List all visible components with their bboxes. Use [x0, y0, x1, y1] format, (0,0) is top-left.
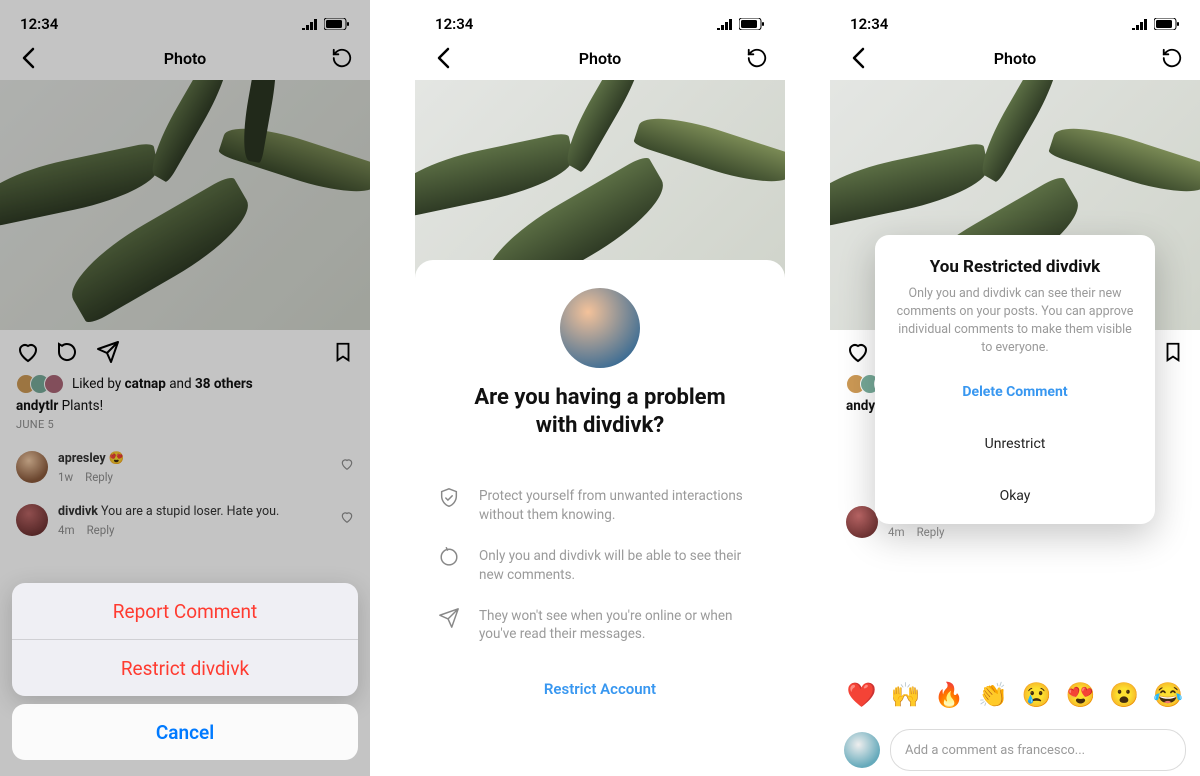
comment-icon — [435, 547, 463, 569]
emoji-option[interactable]: 🔥 — [934, 681, 964, 709]
nav-title: Photo — [830, 49, 1200, 68]
feature-row: Only you and divdivk will be able to see… — [425, 547, 775, 585]
phone-3: 12:34 Photo — [830, 0, 1200, 776]
comment-age: 4m — [888, 525, 905, 539]
like-icon[interactable] — [846, 340, 870, 364]
battery-icon — [739, 18, 765, 30]
bookmark-icon[interactable] — [1162, 340, 1184, 364]
status-time: 12:34 — [850, 15, 888, 33]
feature-row: Protect yourself from unwanted interacti… — [425, 487, 775, 525]
battery-icon — [1154, 18, 1180, 30]
emoji-option[interactable]: 👏 — [978, 681, 1008, 709]
comment-input-row: Add a comment as francesco... — [830, 724, 1200, 776]
status-bar: 12:34 — [415, 0, 785, 36]
status-time: 12:34 — [435, 15, 473, 33]
feature-text: Protect yourself from unwanted interacti… — [479, 487, 765, 525]
status-bar: 12:34 — [830, 0, 1200, 36]
emoji-option[interactable]: ❤️ — [847, 681, 877, 709]
shield-icon — [435, 487, 463, 509]
back-icon[interactable] — [431, 46, 455, 70]
user-avatar — [560, 288, 640, 368]
modal-body: Only you and divdivk can see their new c… — [893, 285, 1137, 358]
send-icon — [435, 607, 463, 629]
emoji-option[interactable]: 😍 — [1066, 681, 1096, 709]
report-comment-button[interactable]: Report Comment — [12, 583, 358, 639]
signal-icon — [717, 18, 735, 30]
emoji-option[interactable]: 🙌 — [891, 681, 921, 709]
feature-text: They won't see when you're online or whe… — [479, 607, 765, 645]
emoji-option[interactable]: 😂 — [1153, 681, 1183, 709]
comment-reply[interactable]: Reply — [917, 525, 945, 539]
self-avatar[interactable] — [844, 732, 880, 768]
cancel-button[interactable]: Cancel — [12, 704, 358, 760]
restricted-modal: You Restricted divdivk Only you and divd… — [875, 235, 1155, 524]
feature-row: They won't see when you're online or whe… — [425, 607, 775, 645]
restrict-sheet: Are you having a problem with divdivk? P… — [415, 260, 785, 776]
feature-text: Only you and divdivk will be able to see… — [479, 547, 765, 585]
restrict-user-button[interactable]: Restrict divdivk — [12, 640, 358, 696]
phone-2: 12:34 Photo Are you having a problem wit… — [415, 0, 785, 776]
delete-comment-button[interactable]: Delete Comment — [893, 374, 1137, 410]
emoji-option[interactable]: 😮 — [1109, 681, 1139, 709]
post-photo[interactable] — [415, 80, 785, 280]
status-indicators — [1132, 18, 1180, 30]
action-sheet: Report Comment Restrict divdivk Cancel — [12, 583, 358, 760]
phone-1: 12:34 Photo — [0, 0, 370, 776]
okay-button[interactable]: Okay — [893, 478, 1137, 514]
sheet-title: Are you having a problem with divdivk? — [474, 384, 725, 439]
comment-input[interactable]: Add a comment as francesco... — [890, 729, 1186, 771]
avatar[interactable] — [846, 506, 878, 538]
history-icon[interactable] — [1160, 46, 1184, 70]
history-icon[interactable] — [745, 46, 769, 70]
signal-icon — [1132, 18, 1150, 30]
emoji-option[interactable]: 😢 — [1022, 681, 1052, 709]
emoji-quickbar: ❤️ 🙌 🔥 👏 😢 😍 😮 😂 — [830, 674, 1200, 716]
nav-bar: Photo — [830, 36, 1200, 80]
status-indicators — [717, 18, 765, 30]
modal-title: You Restricted divdivk — [893, 257, 1137, 277]
unrestrict-button[interactable]: Unrestrict — [893, 426, 1137, 462]
back-icon[interactable] — [846, 46, 870, 70]
nav-bar: Photo — [415, 36, 785, 80]
restrict-account-button[interactable]: Restrict Account — [544, 680, 656, 698]
nav-title: Photo — [415, 49, 785, 68]
